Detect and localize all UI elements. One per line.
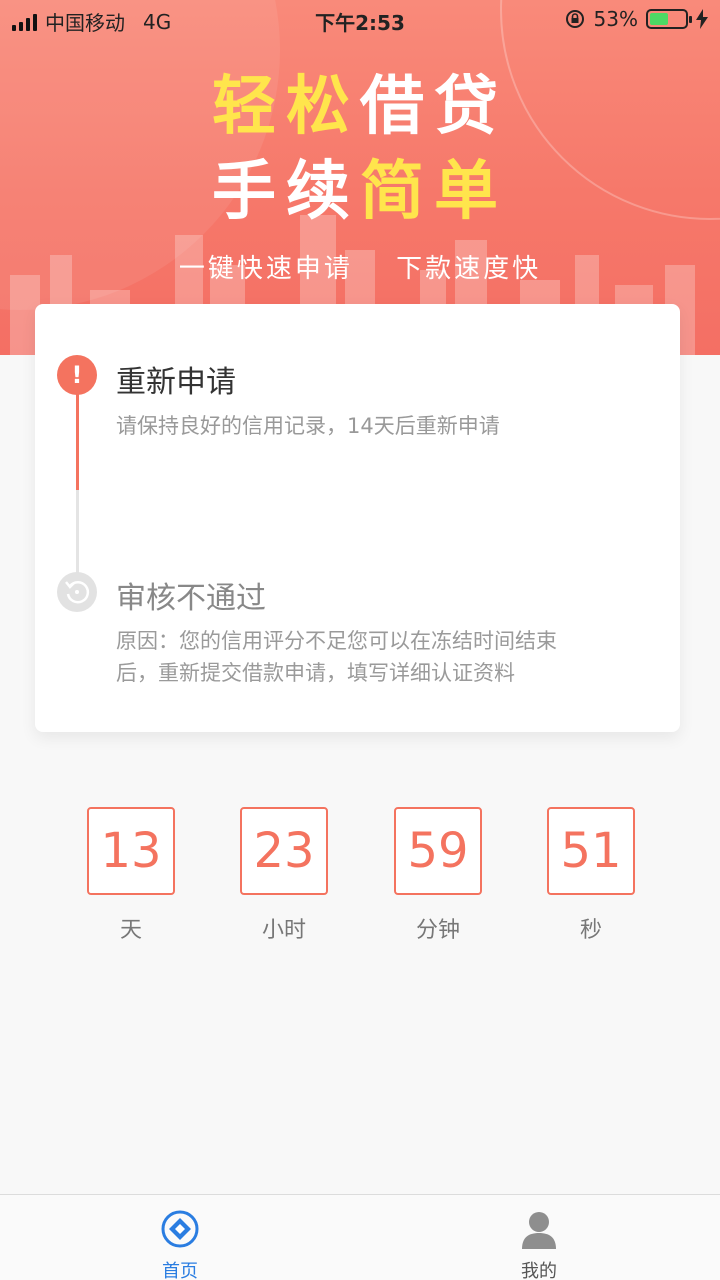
headline-line-2-highlight: 简单 — [360, 155, 508, 229]
step-desc-rejected: 原因：您的信用评分不足您可以在冻结时间结束后，重新提交借款申请，填写详细认证资料 — [116, 629, 557, 685]
status-right: 53% — [564, 7, 708, 31]
countdown-days-label: 天 — [119, 918, 142, 943]
battery-icon — [646, 9, 692, 29]
slogan-left: 一键快速申请 — [178, 254, 353, 284]
exclamation-icon: ! — [57, 355, 97, 395]
tab-bar: 首页 我的 — [0, 1194, 720, 1280]
battery-fill — [650, 13, 669, 25]
screen: 中国移动 4G 下午2:53 53% 轻松借贷 手续简单 一键快速申请 下款速度… — [0, 0, 720, 1280]
countdown-minutes-label: 分钟 — [415, 918, 460, 943]
progress-line-inactive — [76, 490, 79, 580]
banner: 中国移动 4G 下午2:53 53% 轻松借贷 手续简单 一键快速申请 下款速度… — [0, 0, 720, 355]
headline-line-2: 手续简单 — [0, 140, 720, 232]
home-icon — [161, 1210, 199, 1248]
tab-home-label: 首页 — [162, 1261, 198, 1280]
user-icon — [522, 1212, 556, 1249]
countdown-minutes-value: 59 — [394, 807, 482, 895]
countdown-days-value: 13 — [87, 807, 175, 895]
battery-percent: 53% — [593, 7, 638, 31]
refresh-icon — [57, 572, 97, 612]
slogan-right: 下款速度快 — [396, 254, 542, 284]
countdown-seconds-label: 秒 — [579, 918, 602, 943]
tab-home[interactable]: 首页 — [120, 1195, 240, 1280]
tab-me-label: 我的 — [521, 1261, 557, 1280]
countdown-hours-label: 小时 — [261, 918, 306, 943]
countdown-hours-value: 23 — [240, 807, 328, 895]
headline-line-2-rest: 手续 — [212, 155, 360, 229]
headline-line-1-highlight: 轻松 — [212, 70, 360, 144]
countdown-seconds-value: 51 — [547, 807, 635, 895]
step-desc-reapply: 请保持良好的信用记录，14天后重新申请 — [116, 414, 500, 438]
headline-line-1-rest: 借贷 — [360, 70, 508, 144]
tab-me[interactable]: 我的 — [479, 1195, 599, 1280]
progress-line-active — [76, 390, 79, 490]
step-title-rejected: 审核不通过 — [116, 581, 266, 616]
charging-bolt-icon — [696, 9, 708, 29]
status-bar: 中国移动 4G 下午2:53 53% — [0, 0, 720, 40]
step-title-reapply: 重新申请 — [116, 365, 236, 400]
rotation-lock-icon — [565, 10, 584, 28]
headline-line-1: 轻松借贷 — [0, 55, 720, 147]
sub-slogan: 一键快速申请 下款速度快 — [0, 248, 720, 285]
